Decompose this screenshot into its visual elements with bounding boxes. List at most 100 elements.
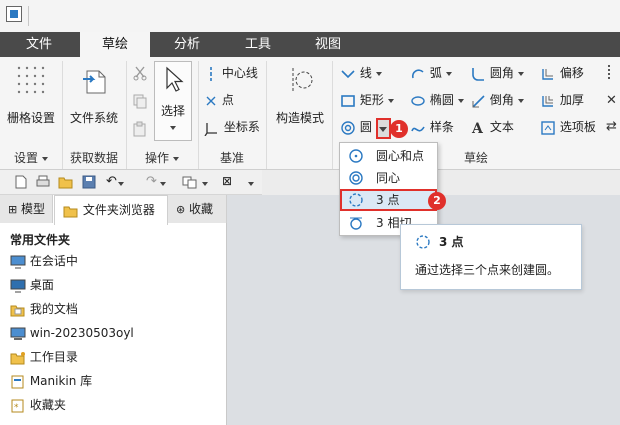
ellipse-button[interactable]: 椭圆	[410, 90, 464, 110]
thicken-label: 加厚	[559, 93, 584, 107]
chevron-down-icon[interactable]	[118, 176, 124, 190]
step-badge-1: 1	[390, 120, 408, 138]
three-point-circle-icon	[349, 193, 363, 207]
chevron-down-icon	[517, 98, 524, 103]
tab-analysis[interactable]: 分析	[150, 32, 224, 57]
group-operations-menu[interactable]: 操作	[128, 147, 196, 169]
list-item-in-session[interactable]: 在会话中	[10, 250, 78, 272]
tab-tools[interactable]: 工具	[224, 32, 292, 57]
list-item-manikin-lib[interactable]: Manikin 库	[10, 370, 92, 392]
construct-mode-icon	[292, 68, 313, 92]
thicken-button[interactable]: 加厚	[540, 90, 584, 110]
palette-label: 选项板	[559, 120, 596, 134]
chamfer-label: 倒角	[489, 93, 514, 107]
tab-file[interactable]: 文件	[0, 32, 78, 57]
save-icon[interactable]	[82, 175, 96, 192]
common-folders-header: 常用文件夹	[10, 233, 71, 247]
documents-folder-icon	[10, 305, 25, 316]
more-icon[interactable]	[608, 65, 613, 79]
list-item-computer[interactable]: win-20230503oyl	[10, 322, 134, 344]
chevron-down-icon[interactable]	[160, 176, 166, 190]
app-icon	[6, 6, 22, 22]
rectangle-icon	[341, 94, 355, 107]
menu-item-3-point[interactable]: 3 点	[340, 189, 437, 211]
centerline-button[interactable]: 中心线	[204, 63, 258, 83]
working-folder-icon	[10, 351, 25, 364]
construct-mode-button[interactable]: 构造模式	[270, 63, 330, 129]
palette-icon	[541, 120, 555, 135]
line-button[interactable]: 线	[340, 63, 382, 83]
three-point-circle-icon	[416, 235, 430, 249]
list-item-label: 在会话中	[29, 254, 78, 268]
new-file-icon[interactable]	[14, 175, 28, 192]
tab-favorites[interactable]: ⊛ 收藏	[168, 195, 227, 223]
grid-settings-button[interactable]: 栅格设置	[2, 63, 60, 129]
customize-toolbar-icon[interactable]	[248, 176, 254, 190]
rectangle-button[interactable]: 矩形	[340, 90, 394, 110]
ribbon: 栅格设置 设置 文件系统 获取数据 选择 操作 中心线 点 坐标系 基准 构造模…	[0, 57, 620, 170]
desktop-icon	[10, 279, 26, 292]
cut-icon[interactable]	[132, 65, 148, 84]
point-button[interactable]: 点	[204, 90, 234, 110]
spline-button[interactable]: 样条	[410, 117, 454, 137]
open-folder-icon[interactable]	[58, 175, 74, 192]
window-close-icon[interactable]: ⊠	[222, 174, 232, 188]
arc-icon	[411, 68, 424, 78]
chevron-down-icon	[173, 156, 179, 161]
palette-button[interactable]: 选项板	[540, 117, 596, 137]
tab-model-tree[interactable]: ⊞ 模型	[0, 195, 53, 223]
fillet-icon	[472, 67, 484, 81]
redo-icon[interactable]: ↷	[146, 174, 157, 189]
delete-segment-icon[interactable]: ✕	[606, 93, 617, 108]
menu-item-center-point[interactable]: 圆心和点	[340, 145, 437, 167]
tab-sketch[interactable]: 草绘	[80, 32, 150, 57]
chamfer-button[interactable]: 倒角	[470, 90, 524, 110]
undo-icon[interactable]: ↶	[106, 174, 117, 189]
group-datum-label: 基准	[219, 151, 244, 165]
group-divider	[126, 61, 127, 169]
spline-icon	[411, 126, 425, 132]
fillet-button[interactable]: 圆角	[470, 63, 524, 83]
text-a-icon: A	[471, 121, 484, 136]
coord-sys-button[interactable]: 坐标系	[204, 117, 260, 137]
point-x-icon	[206, 96, 216, 105]
chevron-down-icon[interactable]	[202, 176, 208, 190]
offset-button[interactable]: 偏移	[540, 63, 584, 83]
move-resize-icon[interactable]: ⇄	[606, 119, 617, 134]
menu-item-label: 3 点	[376, 193, 400, 207]
regenerate-icon[interactable]	[182, 175, 198, 192]
chevron-down-icon	[375, 71, 382, 76]
list-item-desktop[interactable]: 桌面	[10, 274, 54, 296]
navigator-panel: ⊞ 模型 文件夹浏览器 ⊛ 收藏 常用文件夹 在会话中 桌面 我的文档 win-…	[0, 195, 227, 425]
arc-button[interactable]: 弧	[410, 63, 452, 83]
circle-dropdown-arrow[interactable]	[376, 118, 391, 139]
tab-view[interactable]: 视图	[292, 32, 364, 57]
file-system-button[interactable]: 文件系统	[64, 63, 124, 129]
list-item-favorites[interactable]: * 收藏夹	[10, 394, 66, 416]
circle-button[interactable]: 圆	[340, 117, 380, 137]
tooltip-title: 3 点	[439, 235, 464, 249]
group-divider	[266, 61, 267, 169]
construct-mode-label: 构造模式	[275, 111, 324, 125]
spline-label: 样条	[429, 120, 454, 134]
list-item-my-documents[interactable]: 我的文档	[10, 298, 78, 320]
offset-label: 偏移	[559, 66, 584, 80]
print-icon[interactable]	[36, 175, 50, 192]
text-button[interactable]: A 文本	[470, 117, 514, 137]
group-settings-label: 设置	[13, 151, 38, 165]
list-item-working-dir[interactable]: 工作目录	[10, 346, 78, 368]
select-button[interactable]: 选择	[154, 61, 192, 141]
favorites-star-icon: *	[11, 399, 24, 413]
chevron-down-icon	[517, 71, 524, 76]
import-file-icon	[83, 70, 106, 94]
copy-icon[interactable]	[132, 93, 148, 112]
concentric-circle-icon	[349, 171, 363, 185]
paste-icon[interactable]	[132, 121, 148, 140]
tab-folder-browser[interactable]: 文件夹浏览器	[54, 195, 168, 225]
svg-text:*: *	[14, 403, 19, 413]
tab-model-tree-label: 模型	[21, 202, 46, 216]
favorites-icon: ⊛	[176, 202, 186, 216]
menu-item-concentric[interactable]: 同心	[340, 167, 437, 189]
coord-sys-label: 坐标系	[223, 120, 260, 134]
group-settings-menu[interactable]: 设置	[0, 147, 62, 169]
